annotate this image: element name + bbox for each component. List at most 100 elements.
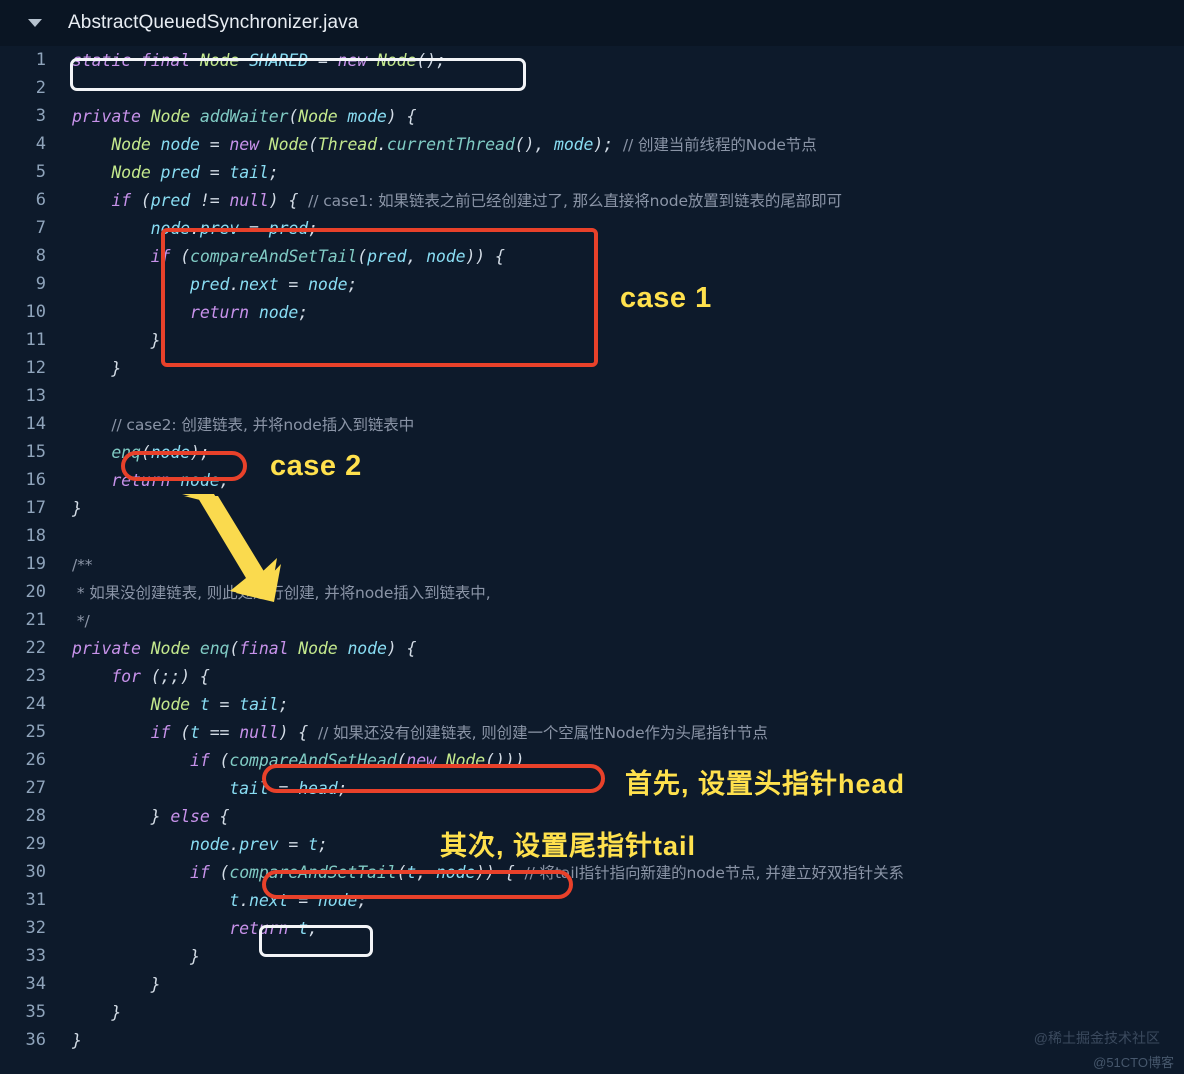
line-number: 11 xyxy=(25,330,46,350)
line-number: 19 xyxy=(25,554,46,574)
line-number: 9 xyxy=(35,274,46,294)
file-name-label: AbstractQueuedSynchronizer.java xyxy=(68,12,359,33)
annotation-set-tail: 其次, 设置尾指针tail xyxy=(440,831,697,861)
code-line[interactable]: 31 t.next = node; xyxy=(0,886,1184,914)
code-line-text: t.next = node; xyxy=(229,890,368,910)
line-number: 15 xyxy=(25,442,46,462)
line-number: 28 xyxy=(25,806,46,826)
line-number: 1 xyxy=(35,50,46,70)
code-line-text: return t; xyxy=(229,918,318,938)
code-line[interactable]: 4 Node node = new Node(Thread.currentThr… xyxy=(0,130,1184,158)
line-number: 22 xyxy=(25,638,46,658)
code-line[interactable]: 1 static final Node SHARED = new Node(); xyxy=(0,46,1184,74)
code-line[interactable]: 16 return node; xyxy=(0,466,1184,494)
code-line-text: for (;;) { xyxy=(111,666,210,686)
watermark-primary: @稀土掘金技术社区 xyxy=(1033,1030,1160,1046)
code-line-text: static final Node SHARED = new Node(); xyxy=(72,50,446,70)
line-number: 33 xyxy=(25,946,46,966)
down-right-arrow-icon xyxy=(182,494,281,602)
line-number: 36 xyxy=(25,1030,46,1050)
code-line-text: } xyxy=(72,498,82,518)
code-line[interactable]: 34 } xyxy=(0,970,1184,998)
line-number: 21 xyxy=(25,610,46,630)
code-line[interactable]: 14 // case2: 创建链表, 并将node插入到链表中 xyxy=(0,410,1184,438)
code-line[interactable]: 5 Node pred = tail; xyxy=(0,158,1184,186)
code-line[interactable]: 3 private Node addWaiter(Node mode) { xyxy=(0,102,1184,130)
code-line-text: return node; xyxy=(190,302,309,322)
code-line-text: if (compareAndSetTail(pred, node)) { xyxy=(150,246,505,266)
line-number: 30 xyxy=(25,862,46,882)
line-number: 25 xyxy=(25,722,46,742)
code-line[interactable]: 33 } xyxy=(0,942,1184,970)
annotation-case-1: case 1 xyxy=(620,282,712,314)
line-number: 32 xyxy=(25,918,46,938)
code-line-text: } xyxy=(111,358,122,378)
editor-titlebar: AbstractQueuedSynchronizer.java xyxy=(0,0,1184,46)
code-line[interactable]: 26 if (compareAndSetHead(new Node())) xyxy=(0,746,1184,774)
code-line[interactable]: 7 node.prev = pred; xyxy=(0,214,1184,242)
code-line-text: node.prev = t; xyxy=(190,834,328,854)
code-line-text: return node; xyxy=(111,470,230,490)
code-line[interactable]: 13 xyxy=(0,382,1184,410)
code-line[interactable]: 21 */ xyxy=(0,606,1184,634)
code-line-text: Node t = tail; xyxy=(150,694,289,714)
code-line-text: /** xyxy=(72,555,93,574)
code-line-text: tail = head; xyxy=(229,778,348,798)
line-number: 8 xyxy=(35,246,46,266)
code-line-text: if (compareAndSetHead(new Node())) xyxy=(190,750,525,770)
line-number: 20 xyxy=(25,582,46,602)
code-line[interactable]: 6 if (pred != null) { // case1: 如果链表之前已经… xyxy=(0,186,1184,214)
line-number: 2 xyxy=(35,78,46,98)
line-number: 26 xyxy=(25,750,46,770)
code-line[interactable]: 2 xyxy=(0,74,1184,102)
code-line[interactable]: 25 if (t == null) { // 如果还没有创建链表, 则创建一个空… xyxy=(0,718,1184,746)
line-number: 4 xyxy=(35,134,46,154)
code-line-text: node.prev = pred; xyxy=(150,218,318,238)
watermark-secondary: @51CTO博客 xyxy=(1093,1055,1174,1070)
line-number: 17 xyxy=(25,498,46,518)
line-number: 23 xyxy=(25,666,46,686)
code-line[interactable]: 23 for (;;) { xyxy=(0,662,1184,690)
code-screenshot-root: AbstractQueuedSynchronizer.java 1 static … xyxy=(0,0,1184,1074)
code-line[interactable]: 11 } xyxy=(0,326,1184,354)
code-line-text: if (compareAndSetTail(t, node)) { // 将ta… xyxy=(190,863,904,882)
code-line-text: if (t == null) { // 如果还没有创建链表, 则创建一个空属性N… xyxy=(150,723,768,742)
code-line-text: } xyxy=(111,1002,122,1022)
code-line-text: } else { xyxy=(150,806,230,826)
line-number: 27 xyxy=(25,778,46,798)
line-number: 13 xyxy=(25,386,46,406)
code-line[interactable]: 10 return node; xyxy=(0,298,1184,326)
code-line-text: private Node addWaiter(Node mode) { xyxy=(72,106,417,126)
line-number: 10 xyxy=(25,302,46,322)
code-line-text: } xyxy=(150,330,161,350)
code-line-text: private Node enq(final Node node) { xyxy=(72,638,417,658)
code-line[interactable]: 24 Node t = tail; xyxy=(0,690,1184,718)
line-number: 18 xyxy=(25,526,46,546)
line-number: 5 xyxy=(35,162,46,182)
code-line[interactable]: 22 private Node enq(final Node node) { xyxy=(0,634,1184,662)
code-line-text: enq(node); xyxy=(111,442,210,462)
line-number: 35 xyxy=(25,1002,46,1022)
chevron-down-icon[interactable] xyxy=(28,19,42,27)
code-line-text: } xyxy=(190,946,200,966)
code-line[interactable]: 32 return t; xyxy=(0,914,1184,942)
line-number: 7 xyxy=(35,218,46,238)
line-number: 24 xyxy=(25,694,46,714)
code-line[interactable]: 12 } xyxy=(0,354,1184,382)
code-line[interactable]: 27 tail = head; xyxy=(0,774,1184,802)
code-line-text: Node pred = tail; xyxy=(111,162,279,182)
annotation-case-2: case 2 xyxy=(270,450,362,482)
code-line-text: } xyxy=(150,974,161,994)
line-number: 31 xyxy=(25,890,46,910)
line-number: 16 xyxy=(25,470,46,490)
code-line-text: Node node = new Node(Thread.currentThrea… xyxy=(111,135,817,154)
code-line[interactable]: 8 if (compareAndSetTail(pred, node)) { xyxy=(0,242,1184,270)
code-line[interactable]: 36} xyxy=(0,1026,1184,1054)
line-number: 14 xyxy=(25,414,46,434)
code-line-text: if (pred != null) { // case1: 如果链表之前已经创建… xyxy=(111,191,842,210)
line-number: 6 xyxy=(35,190,46,210)
code-line-text: // case2: 创建链表, 并将node插入到链表中 xyxy=(111,416,415,434)
code-line[interactable]: 9 pred.next = node; xyxy=(0,270,1184,298)
code-line[interactable]: 35 } xyxy=(0,998,1184,1026)
code-line[interactable]: 15 enq(node); xyxy=(0,438,1184,466)
